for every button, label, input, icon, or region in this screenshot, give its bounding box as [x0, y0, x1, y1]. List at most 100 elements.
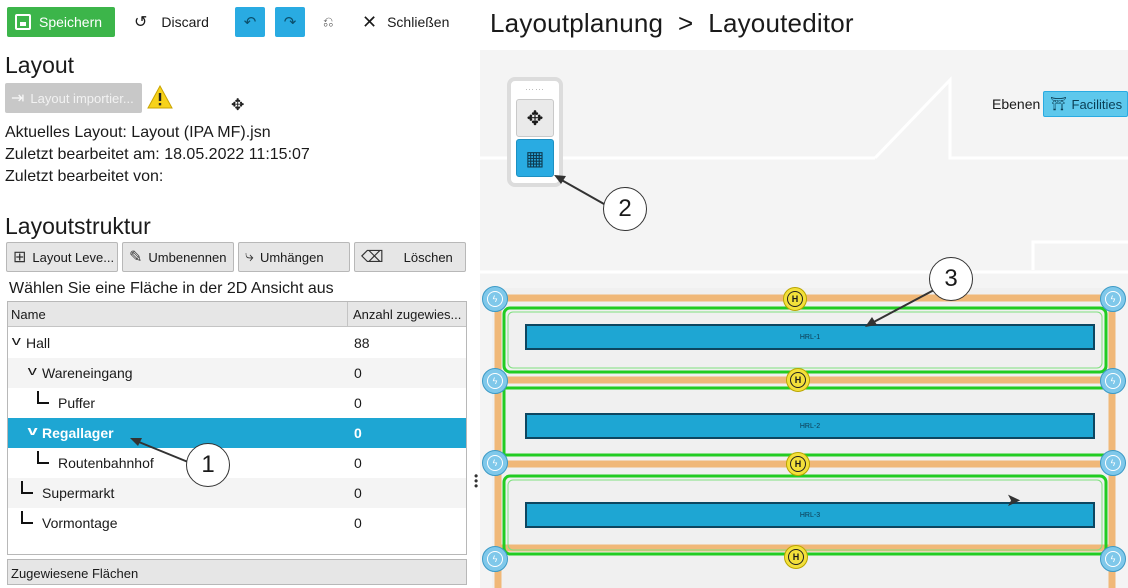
close-button-label: Schließen	[387, 14, 450, 30]
tree-row-supermarkt[interactable]: Supermarkt 0	[8, 478, 466, 508]
mouse-pointer-icon: ➤	[1006, 490, 1022, 510]
discard-button-label: Discard	[161, 14, 209, 30]
history-icon: ⎌	[323, 14, 334, 29]
layers-label: Ebenen	[992, 96, 1041, 112]
tree-row-count: 0	[354, 425, 362, 441]
page-breadcrumb: Layoutplanung > Layouteditor	[490, 8, 854, 38]
tree-row-name: Hall	[26, 335, 51, 351]
rename-label: Umbenennen	[148, 249, 227, 265]
panel-resize-handle[interactable]: • • •	[474, 470, 478, 492]
rename-button[interactable]: ✎ Umbenennen	[122, 242, 234, 272]
tree-row-name: Wareneingang	[42, 365, 133, 381]
handover-node[interactable]: H	[786, 452, 810, 476]
add-layout-level-button[interactable]: ⊞ Layout Leve...	[6, 242, 118, 272]
rack-hrl-2[interactable]: HRL-2	[525, 413, 1095, 439]
tree-row-name: Puffer	[58, 395, 96, 411]
tree-header: Name Anzahl zugewies...	[8, 302, 466, 327]
undo-icon: ↶	[243, 14, 257, 31]
move-icon: ✥	[526, 107, 544, 130]
tree-row-puffer[interactable]: Puffer 0	[8, 388, 466, 418]
move-cursor-icon: ✥	[231, 97, 245, 114]
assigned-areas-header[interactable]: Zugewiesene Flächen	[7, 559, 467, 585]
discard-icon: ↺	[134, 14, 148, 31]
grid-edit-icon: ▦	[525, 147, 545, 170]
tree-row-wareneingang[interactable]: v Wareneingang 0	[8, 358, 466, 388]
rehang-icon: ⤷	[245, 248, 254, 265]
discard-button[interactable]: ↺ Discard	[134, 7, 209, 37]
tree-row-routenbahnhof[interactable]: Routenbahnhof 0	[8, 448, 466, 478]
tree-row-count: 0	[354, 365, 362, 381]
chevron-down-icon[interactable]: v	[28, 363, 37, 378]
charging-station-icon[interactable]: ϟ	[482, 546, 508, 572]
charging-station-icon[interactable]: ϟ	[482, 450, 508, 476]
layout-side-panel: Speichern ↺ Discard ↶ ↷ ⎌ ✕ Schließen La…	[0, 0, 472, 588]
save-button[interactable]: Speichern	[7, 7, 115, 37]
column-header-name[interactable]: Name	[8, 302, 348, 326]
history-button[interactable]: ⎌	[323, 7, 333, 37]
add-level-icon: ⊞	[13, 249, 27, 266]
import-icon: ⇥	[11, 90, 25, 107]
callout-3-arrow	[865, 289, 935, 327]
redo-button[interactable]: ↷	[275, 7, 305, 37]
tree-branch-icon	[37, 391, 49, 404]
charging-station-icon[interactable]: ϟ	[1100, 450, 1126, 476]
delete-button[interactable]: ⌫ Löschen	[354, 242, 466, 272]
select-area-hint: Wählen Sie eine Fläche in der 2D Ansicht…	[9, 280, 334, 297]
layout-heading: Layout	[5, 52, 75, 78]
charging-station-icon[interactable]: ϟ	[482, 368, 508, 394]
undo-button[interactable]: ↶	[235, 7, 265, 37]
handover-node[interactable]: H	[783, 287, 807, 311]
close-button[interactable]: ✕ Schließen	[362, 7, 449, 37]
layout-2d-canvas[interactable]: HRL-1 HRL-2 HRL-3 H H H H ϟ ϟ ϟ ϟ ϟ ϟ ϟ …	[480, 50, 1128, 588]
close-icon: ✕	[362, 11, 378, 32]
current-layout-text: Aktuelles Layout: Layout (IPA MF).jsn	[5, 124, 271, 141]
chevron-down-icon[interactable]: v	[28, 423, 38, 438]
callout-2: 2	[603, 187, 647, 231]
delete-label: Löschen	[403, 249, 453, 265]
import-layout-label: Layout importier...	[30, 90, 134, 106]
tree-row-vormontage[interactable]: Vormontage 0	[8, 508, 466, 538]
chevron-down-icon[interactable]: v	[12, 333, 21, 348]
handover-node[interactable]: H	[784, 545, 808, 569]
tree-row-count: 0	[354, 485, 362, 501]
charging-station-icon[interactable]: ϟ	[1100, 546, 1126, 572]
callout-3: 3	[929, 257, 973, 301]
tree-branch-icon	[37, 451, 49, 464]
import-layout-button[interactable]: ⇥ Layout importier...	[5, 83, 142, 113]
tree-branch-icon	[21, 511, 33, 524]
last-edited-date-text: Zuletzt bearbeitet am: 18.05.2022 11:15:…	[5, 146, 310, 163]
eraser-icon: ⌫	[361, 249, 384, 266]
tree-row-count: 0	[354, 515, 362, 531]
handover-node[interactable]: H	[786, 368, 810, 392]
tree-row-name: Regallager	[42, 425, 114, 441]
charging-station-icon[interactable]: ϟ	[1100, 286, 1126, 312]
column-header-count[interactable]: Anzahl zugewies...	[348, 302, 466, 326]
charging-station-icon[interactable]: ϟ	[1100, 368, 1126, 394]
redo-icon: ↷	[283, 14, 297, 31]
move-tool-button[interactable]: ✥	[516, 99, 554, 137]
layout-structure-tree: Name Anzahl zugewies... v Hall 88 v Ware…	[7, 301, 467, 555]
last-edited-by-text: Zuletzt bearbeitet von:	[5, 168, 164, 185]
facilities-layer-button[interactable]: ⛩ Facilities	[1043, 91, 1128, 117]
tree-row-name: Vormontage	[42, 515, 118, 531]
save-button-label: Speichern	[39, 14, 103, 30]
charging-station-icon[interactable]: ϟ	[482, 286, 508, 312]
tree-row-count: 0	[354, 455, 362, 471]
facilities-icon: ⛩	[1050, 96, 1067, 111]
pencil-icon: ✎	[129, 249, 143, 266]
layout-structure-heading: Layoutstruktur	[5, 213, 151, 239]
tree-row-hall[interactable]: v Hall 88	[8, 328, 466, 358]
tree-row-count: 0	[354, 395, 362, 411]
edit-area-tool-button[interactable]: ▦	[516, 139, 554, 177]
warning-icon[interactable]	[147, 85, 173, 109]
tree-row-count: 88	[354, 335, 370, 351]
callout-1: 1	[186, 443, 230, 487]
tree-row-regallager[interactable]: v Regallager 0	[8, 418, 466, 448]
save-icon	[15, 14, 31, 30]
add-layout-level-label: Layout Leve...	[32, 249, 115, 265]
drag-grip-icon[interactable]: ⋯⋯	[525, 84, 545, 95]
rehang-button[interactable]: ⤷ Umhängen	[238, 242, 350, 272]
tree-branch-icon	[21, 481, 33, 494]
facilities-label: Facilities	[1071, 96, 1123, 112]
rack-hrl-1[interactable]: HRL-1	[525, 324, 1095, 350]
